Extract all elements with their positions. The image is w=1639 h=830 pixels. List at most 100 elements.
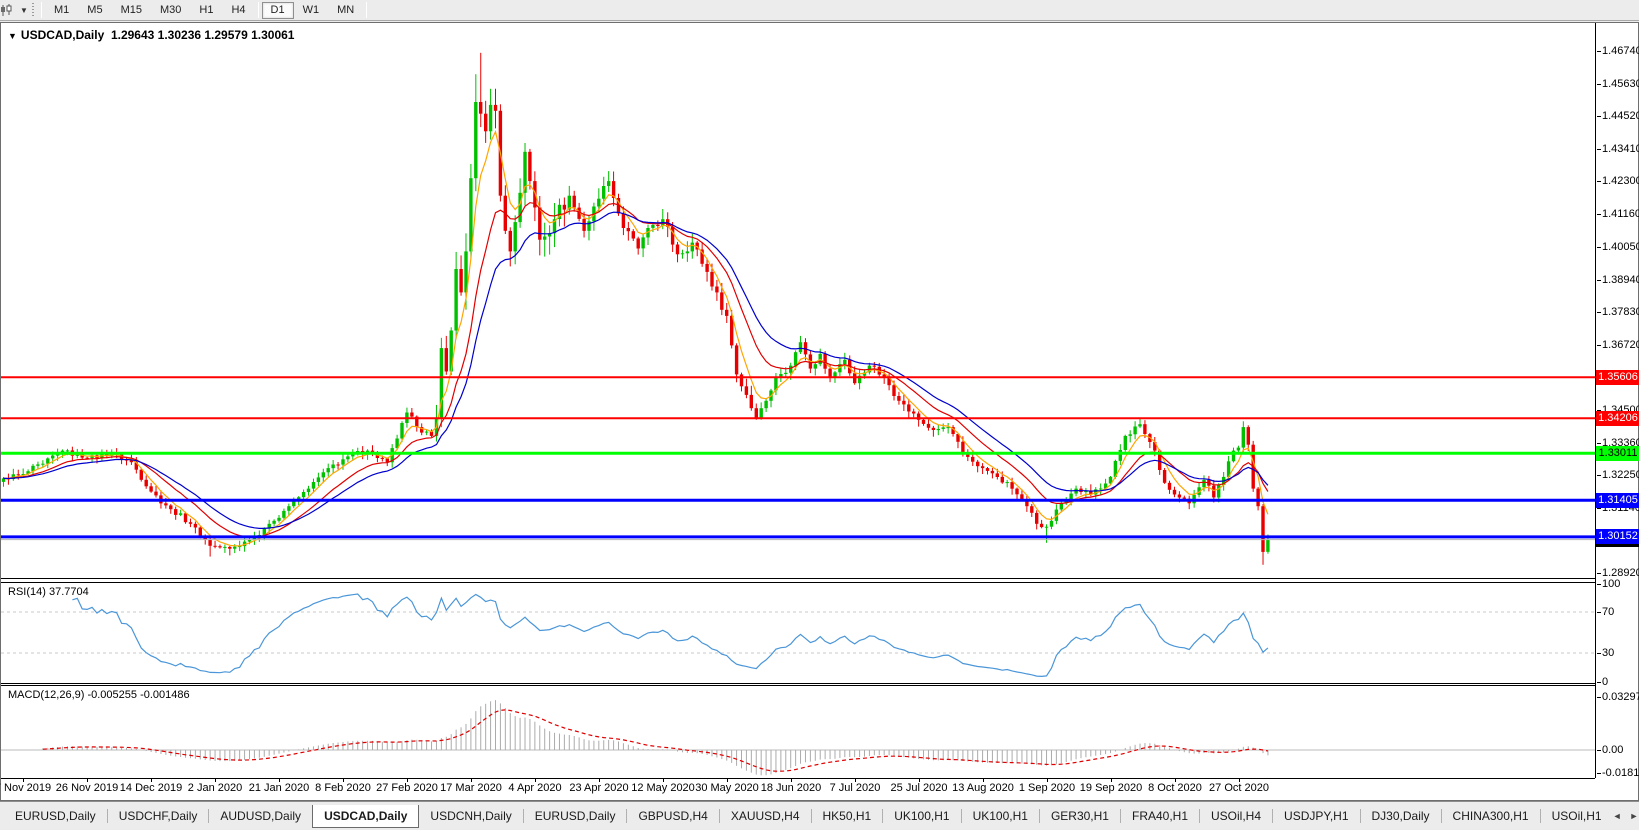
- tick-mark: [1597, 773, 1601, 774]
- time-axis-label: 26 Nov 2019: [56, 782, 118, 794]
- tick-mark: [1597, 697, 1601, 698]
- tab-ger30-h1[interactable]: GER30,H1: [1040, 806, 1120, 826]
- candle-body-down: [656, 225, 659, 226]
- chart-title-symbol: USDCAD,Daily: [21, 28, 104, 42]
- toolbar-separator: [41, 2, 42, 18]
- candle-body-down: [140, 470, 143, 480]
- candle-body-up: [1217, 485, 1220, 497]
- candle-body-up: [454, 269, 457, 331]
- candle-body-down: [336, 465, 339, 466]
- tab-audusd-daily[interactable]: AUDUSD,Daily: [209, 806, 312, 826]
- candle-body-down: [1183, 498, 1186, 499]
- price-level-badge: 1.33011: [1596, 446, 1639, 461]
- timeframe-button-h1[interactable]: H1: [190, 2, 222, 19]
- collapse-triangle-icon[interactable]: ▼: [8, 31, 17, 41]
- tab-scroll-right-icon[interactable]: ►: [1630, 811, 1639, 821]
- tab-usdcnh-daily[interactable]: USDCNH,Daily: [419, 806, 522, 826]
- tab-scroll-left-icon[interactable]: ◄: [1613, 811, 1622, 821]
- candle-body-down: [228, 547, 231, 549]
- candle-body-down: [873, 366, 876, 367]
- candle-body-up: [937, 429, 940, 430]
- candle-body-up: [518, 193, 521, 222]
- candle-body-up: [36, 464, 39, 465]
- tab-usdjpy-h1[interactable]: USDJPY,H1: [1273, 806, 1359, 826]
- chart-type-icon[interactable]: [2, 3, 18, 18]
- tab-fra40-h1[interactable]: FRA40,H1: [1121, 806, 1199, 826]
- tab-uk100-h1[interactable]: UK100,H1: [962, 806, 1039, 826]
- candle-body-up: [764, 401, 767, 408]
- time-axis-label: 7 Jul 2020: [830, 782, 881, 794]
- candle-body-down: [996, 473, 999, 477]
- candle-body-down: [981, 466, 984, 468]
- timeframe-button-mn[interactable]: MN: [328, 2, 363, 19]
- candle-body-up: [179, 513, 182, 515]
- tab-usoil-h1[interactable]: USOil,H1: [1541, 806, 1613, 826]
- candle-body-down: [622, 214, 625, 229]
- toolbar-grip-handle[interactable]: [32, 3, 34, 17]
- tick-mark: [1597, 750, 1601, 751]
- candle-body-down: [154, 492, 157, 496]
- timeframe-button-m30[interactable]: M30: [151, 2, 190, 19]
- macd-chart[interactable]: [1, 686, 1595, 778]
- rsi-line: [72, 594, 1268, 676]
- candle-body-up: [760, 408, 763, 418]
- tab-usdchf-daily[interactable]: USDCHF,Daily: [108, 806, 209, 826]
- candle-body-down: [971, 457, 974, 462]
- candle-body-up: [641, 237, 644, 248]
- candle-body-up: [691, 243, 694, 252]
- tab-xauusd-h4[interactable]: XAUUSD,H4: [720, 806, 811, 826]
- tab-dj30-daily[interactable]: DJ30,Daily: [1361, 806, 1441, 826]
- candle-body-down: [897, 396, 900, 401]
- timeframe-button-m15[interactable]: M15: [112, 2, 151, 19]
- candle-body-up: [1129, 434, 1132, 436]
- timeframe-button-d1[interactable]: D1: [262, 2, 294, 19]
- candle-body-down: [892, 385, 895, 396]
- price-axis-tick: 1.42300: [1597, 175, 1639, 187]
- candle-body-down: [1015, 489, 1018, 495]
- tick-mark: [1597, 280, 1601, 281]
- candle-body-down: [1001, 477, 1004, 483]
- candle-body-down: [459, 269, 462, 292]
- rsi-chart[interactable]: [1, 583, 1595, 683]
- timeframe-button-m1[interactable]: M1: [45, 2, 78, 19]
- candle-body-down: [632, 231, 635, 238]
- tab-eurusd-daily[interactable]: EURUSD,Daily: [4, 806, 107, 826]
- candle-body-down: [218, 546, 221, 547]
- candlestick-chart[interactable]: [1, 23, 1595, 578]
- tab-gbpusd-h4[interactable]: GBPUSD,H4: [627, 806, 718, 826]
- candle-body-down: [494, 105, 497, 111]
- time-axis-label: 14 Dec 2019: [120, 782, 182, 794]
- candle-body-up: [597, 199, 600, 207]
- tab-eurusd-daily[interactable]: EURUSD,Daily: [524, 806, 627, 826]
- candle-body-up: [1124, 436, 1127, 450]
- tab-china300-h1[interactable]: CHINA300,H1: [1442, 806, 1540, 826]
- candle-body-down: [17, 474, 20, 475]
- candle-body-up: [794, 352, 797, 366]
- candle-body-up: [814, 364, 817, 368]
- candle-body-down: [986, 468, 989, 471]
- candle-body-up: [51, 456, 54, 459]
- candle-body-up: [1006, 482, 1009, 483]
- candle-body-down: [1173, 490, 1176, 495]
- candle-body-up: [346, 456, 349, 459]
- tab-uk100-h1[interactable]: UK100,H1: [883, 806, 960, 826]
- candle-body-up: [784, 373, 787, 374]
- candle-body-up: [1119, 450, 1122, 461]
- timeframe-button-w1[interactable]: W1: [294, 2, 329, 19]
- candlestick-glyph-icon: [0, 4, 13, 17]
- timeframe-button-h4[interactable]: H4: [222, 2, 254, 19]
- timeframe-button-m5[interactable]: M5: [78, 2, 111, 19]
- time-axis-label: 4 Apr 2020: [508, 782, 561, 794]
- candle-body-down: [1168, 483, 1171, 490]
- candle-body-down: [1178, 495, 1181, 498]
- chart-type-dropdown-caret-icon[interactable]: ▼: [18, 6, 30, 15]
- candle-body-up: [1242, 427, 1245, 448]
- tab-usoil-h4[interactable]: USOil,H4: [1200, 806, 1272, 826]
- candle-body-down: [563, 205, 566, 210]
- tab-usdcad-daily[interactable]: USDCAD,Daily: [312, 805, 419, 828]
- macd-indicator-label: MACD(12,26,9) -0.005255 -0.001486: [8, 689, 190, 701]
- price-axis-tick: 1.36720: [1597, 339, 1639, 351]
- price-axis-tick: 1.46740: [1597, 45, 1639, 57]
- tab-hk50-h1[interactable]: HK50,H1: [812, 806, 883, 826]
- chart-title-ohlc: 1.29643 1.30236 1.29579 1.30061: [111, 28, 295, 42]
